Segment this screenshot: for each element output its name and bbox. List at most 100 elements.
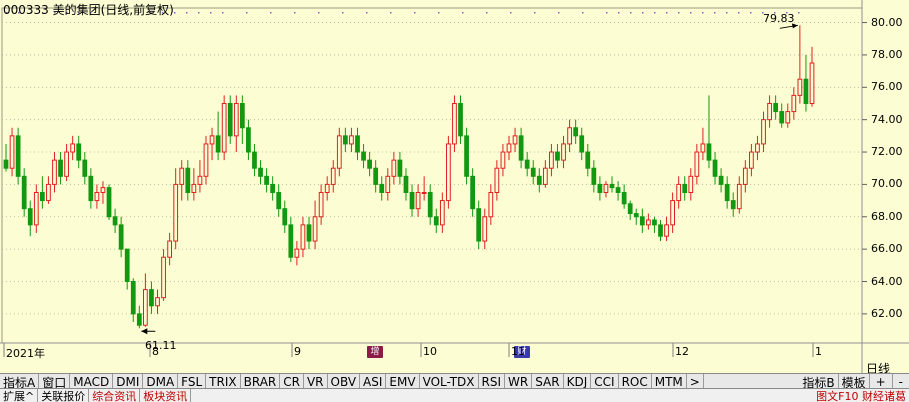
candle-body-up — [694, 151, 700, 177]
candle-body-down — [518, 135, 524, 161]
y-tick-label: 80.00 — [871, 15, 903, 29]
x-tick-label: 10 — [423, 345, 437, 358]
stock-title: 000333 美的集团(日线,前复权) — [3, 3, 174, 17]
top-dot — [390, 12, 392, 14]
low-arrowhead — [141, 328, 148, 335]
y-tick-label: 76.00 — [871, 80, 903, 94]
candle-body-down — [524, 159, 530, 169]
candle-body-up — [94, 191, 100, 202]
candlestick-chart[interactable]: 000333 美的集团(日线,前复权) 79.83 61.11 增 财 日线 8… — [0, 0, 909, 376]
candle-body-up — [645, 219, 651, 226]
chart-canvas — [0, 0, 909, 373]
candle-body-down — [306, 224, 312, 242]
top-dot — [678, 12, 680, 14]
candle-body-up — [452, 102, 457, 145]
candle-body-up — [179, 167, 185, 185]
candle-body-down — [803, 78, 809, 104]
event-marker-increase[interactable]: 增 — [367, 346, 383, 358]
candle-body-down — [464, 135, 469, 177]
candle-body-down — [779, 111, 785, 124]
candle-body-down — [470, 175, 476, 210]
top-dot — [714, 12, 716, 14]
candle-body-down — [264, 175, 269, 185]
x-tick-label: 1 — [815, 345, 822, 358]
candle-body-down — [367, 159, 372, 169]
candle-body-up — [749, 151, 754, 169]
candle-body-up — [761, 119, 766, 145]
top-dot — [270, 12, 272, 14]
candle-body-down — [597, 183, 603, 193]
candle-body-down — [88, 175, 94, 202]
candle-body-down — [82, 159, 88, 177]
candle-body-up — [330, 167, 336, 185]
candle-body-down — [579, 135, 585, 153]
candle-body-up — [785, 111, 791, 124]
candle-body-down — [21, 175, 27, 210]
candle-body-down — [591, 167, 597, 185]
y-tick-label: 72.00 — [871, 145, 903, 159]
candle-body-down — [585, 151, 591, 169]
x-tick-label: 9 — [294, 345, 301, 358]
candle-body-up — [318, 191, 324, 218]
candle-body-down — [633, 213, 639, 218]
top-dot — [198, 12, 200, 14]
candle-body-down — [718, 175, 724, 185]
candle-body-up — [797, 78, 803, 96]
top-dot — [438, 12, 440, 14]
candle-body-up — [143, 289, 148, 326]
candle-body-down — [409, 191, 415, 210]
top-dot — [750, 12, 752, 14]
candle-body-down — [555, 151, 560, 161]
tab-related-quotes[interactable]: 关联报价 — [38, 389, 90, 402]
candle-body-up — [512, 135, 518, 145]
top-dot — [642, 12, 644, 14]
y-tick-label: 64.00 — [871, 274, 903, 288]
candle-body-down — [15, 135, 21, 177]
candle-body-up — [494, 167, 500, 193]
candle-body-up — [70, 143, 76, 153]
top-dot — [702, 12, 704, 14]
candle-body-up — [500, 151, 506, 169]
x-tick-label: 11 — [511, 345, 525, 358]
candle-body-down — [379, 183, 385, 193]
candle-body-down — [149, 289, 154, 307]
tab-f10-finance[interactable]: 图文F10 财经诸葛 — [813, 389, 909, 402]
top-dot — [690, 12, 692, 14]
x-tick-label: 12 — [675, 345, 689, 358]
top-dot — [630, 12, 632, 14]
candle-body-down — [627, 203, 633, 215]
candle-body-down — [276, 191, 282, 210]
candle-body-down — [282, 208, 288, 226]
candle-body-up — [603, 183, 609, 193]
candle-body-down — [609, 183, 615, 189]
tab-sector-news[interactable]: 板块资讯 — [140, 389, 192, 402]
candle-body-up — [336, 135, 342, 169]
candle-body-down — [355, 135, 360, 153]
candle-body-down — [58, 159, 63, 177]
candle-body-down — [573, 127, 579, 137]
candle-body-down — [112, 216, 118, 226]
top-dot — [666, 12, 668, 14]
tab-news[interactable]: 综合资讯 — [89, 389, 141, 402]
candle-body-up — [664, 224, 669, 237]
candle-body-up — [197, 175, 203, 185]
candle-body-down — [712, 159, 718, 177]
candle-body-down — [39, 191, 45, 202]
candle-body-up — [809, 62, 815, 104]
candle-body-up — [439, 200, 445, 226]
candle-body-up — [542, 167, 548, 185]
y-tick-label: 62.00 — [871, 306, 903, 320]
top-dot — [414, 12, 416, 14]
candle-body-up — [161, 256, 166, 299]
candle-body-up — [349, 135, 354, 145]
candle-body-up — [755, 143, 760, 153]
candle-body-down — [288, 224, 294, 258]
tab-expand[interactable]: 扩展^ — [0, 389, 39, 402]
candle-body-down — [397, 159, 403, 177]
candle-body-up — [391, 159, 397, 177]
candle-body-up — [421, 191, 427, 194]
y-tick-label: 68.00 — [871, 209, 903, 223]
candle-body-down — [118, 224, 124, 250]
top-dot — [606, 12, 608, 14]
top-dot — [174, 12, 176, 14]
